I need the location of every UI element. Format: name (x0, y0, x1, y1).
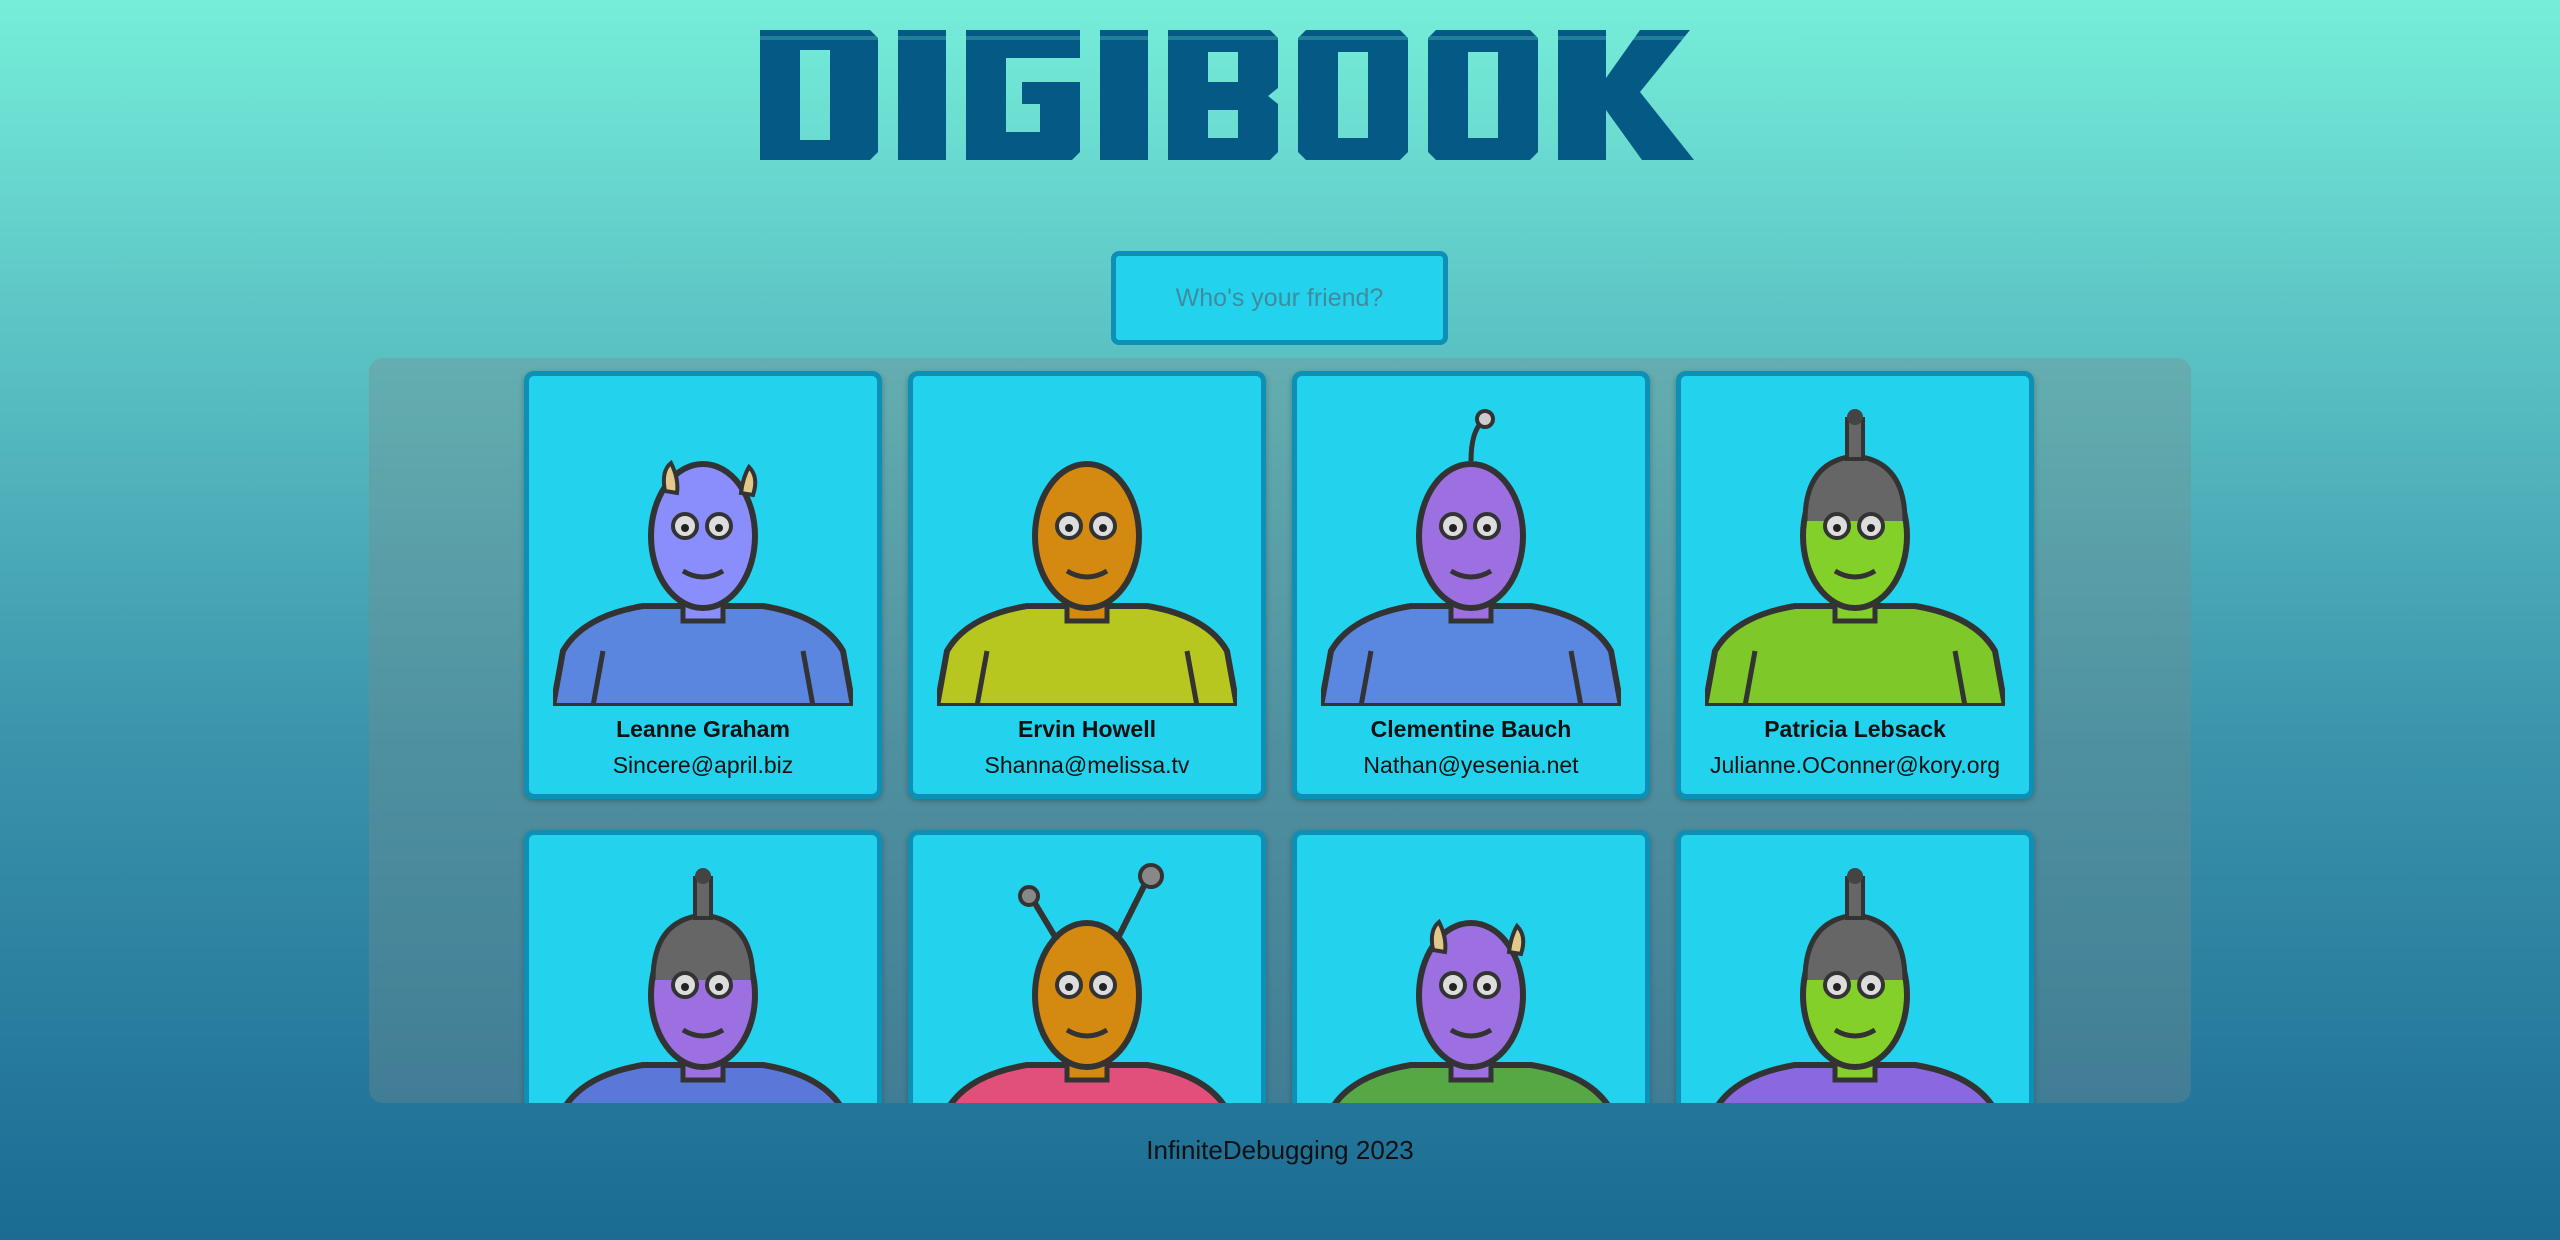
search-input[interactable] (1111, 251, 1448, 345)
card-email: Shanna@melissa.tv (984, 752, 1190, 778)
robot-card[interactable] (1292, 830, 1650, 1103)
robot-avatar-icon (1331, 918, 1611, 1103)
robot-card[interactable] (524, 830, 882, 1103)
card-name: Ervin Howell (1017, 716, 1157, 742)
robot-avatar-icon (937, 461, 1237, 706)
footer-text: InfiniteDebugging 2023 (1146, 1135, 1414, 1165)
card-name: Leanne Graham (616, 716, 790, 742)
robot-card[interactable]: Ervin Howell Shanna@melissa.tv (908, 371, 1266, 799)
card-name: Patricia Lebsack (1764, 716, 1946, 742)
robot-avatar-icon (1321, 409, 1621, 706)
robot-card[interactable] (908, 830, 1266, 1103)
card-email: Nathan@yesenia.net (1363, 752, 1579, 778)
robot-avatar-icon (563, 868, 843, 1103)
robot-card[interactable]: Clementine Bauch Nathan@yesenia.net (1292, 371, 1650, 799)
digibook-logo (760, 30, 1800, 160)
card-email: Sincere@april.biz (612, 752, 794, 778)
robot-avatar-icon (1715, 868, 1995, 1103)
robot-card[interactable] (1676, 830, 2034, 1103)
robot-card[interactable]: Leanne Graham Sincere@april.biz (524, 371, 882, 799)
card-email: Julianne.OConner@kory.org (1709, 752, 2001, 778)
card-grid: Leanne Graham Sincere@april.biz Ervin How… (524, 371, 2034, 1103)
robot-avatar-icon (947, 863, 1227, 1103)
robot-card[interactable]: Patricia Lebsack Julianne.OConner@kory.or… (1676, 371, 2034, 799)
card-list-scroll-area[interactable]: Leanne Graham Sincere@april.biz Ervin How… (369, 358, 2191, 1103)
card-name: Clementine Bauch (1370, 716, 1572, 742)
robot-avatar-icon (553, 459, 853, 706)
robot-avatar-icon (1705, 409, 2005, 706)
